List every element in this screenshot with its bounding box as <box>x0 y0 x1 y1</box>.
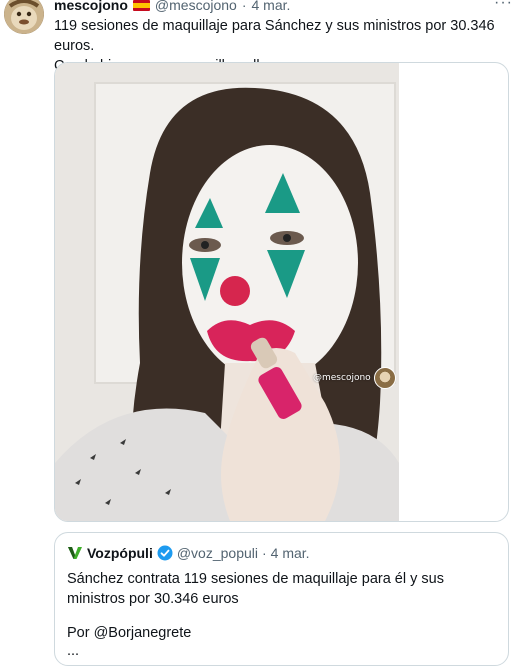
quoted-tweet-date[interactable]: 4 mar. <box>271 545 310 561</box>
quoted-tweet-ellipsis: ... <box>67 643 80 659</box>
watermark-text: @mescojono <box>313 373 371 383</box>
quoted-author-handle[interactable]: @voz_populi <box>177 545 258 561</box>
vozpopuli-logo-icon <box>67 545 83 561</box>
quoted-header-separator: · <box>262 545 267 561</box>
author-handle[interactable]: @mescojono <box>155 0 237 13</box>
clown-makeup-photo[interactable]: @mescojono <box>55 63 399 521</box>
quoted-tweet-text: Sánchez contrata 119 sesiones de maquill… <box>67 571 444 607</box>
verified-badge-icon <box>157 545 173 561</box>
tweet-date[interactable]: 4 mar. <box>252 0 291 13</box>
author-avatar[interactable] <box>4 0 44 34</box>
tweet-media[interactable]: @mescojono <box>54 62 509 522</box>
quoted-author-name[interactable]: Vozpópuli <box>87 545 153 561</box>
author-name[interactable]: mescojono <box>54 0 128 13</box>
spain-flag-icon <box>132 0 150 11</box>
tweet-header: mescojono @mescojono · 4 mar. <box>54 0 290 13</box>
more-options-icon[interactable]: ··· <box>494 0 513 12</box>
photo-watermark: @mescojono <box>313 367 396 389</box>
header-separator: · <box>241 0 247 13</box>
quoted-tweet[interactable]: Vozpópuli @voz_populi · 4 mar. Sánchez c… <box>54 532 509 666</box>
watermark-avatar <box>373 367 396 389</box>
tweet-text-line-1: 119 sesiones de maquillaje para Sánchez … <box>54 18 495 54</box>
tweet: mescojono @mescojono · 4 mar. ··· 119 se… <box>0 0 527 668</box>
quoted-tweet-byline: Por @Borjanegrete <box>67 625 192 641</box>
quoted-tweet-header: Vozpópuli @voz_populi · 4 mar. <box>67 545 310 561</box>
